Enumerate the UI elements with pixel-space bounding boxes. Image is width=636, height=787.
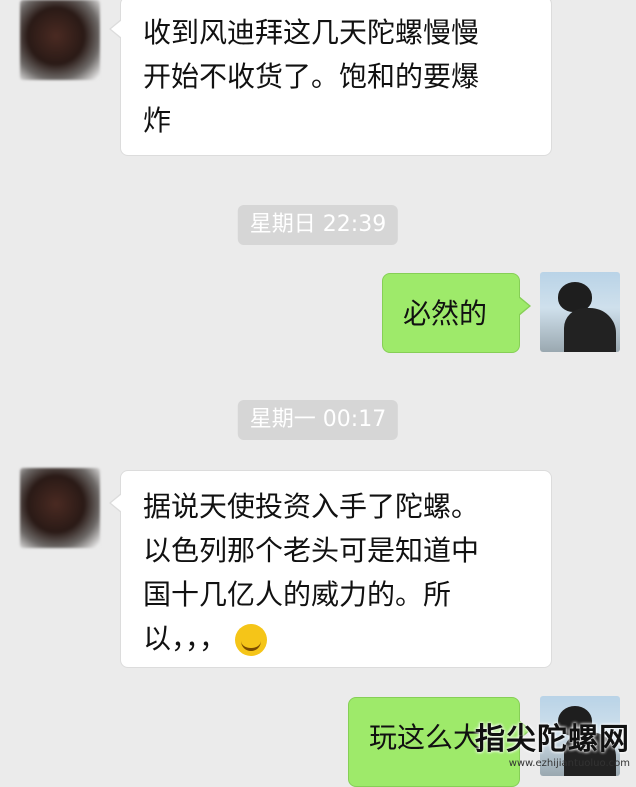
incoming-message-bubble[interactable]: 据说天使投资入手了陀螺。 以色列那个老头可是知道中 国十几亿人的威力的。所 以，… xyxy=(109,470,552,668)
site-watermark: 指尖陀螺网 www.ezhijiantuoluo.com xyxy=(475,714,630,769)
facepalm-laugh-emoji-icon xyxy=(235,624,268,656)
message-line: 以，，， xyxy=(143,622,228,655)
message-line-with-emoji: 以，，， xyxy=(143,617,533,661)
watermark-url: www.ezhijiantuoluo.com xyxy=(508,758,630,769)
contact-avatar[interactable] xyxy=(20,468,100,548)
contact-avatar[interactable] xyxy=(20,0,100,80)
message-line: 开始不收货了。饱和的要爆 xyxy=(143,60,480,93)
message-line: 炸 xyxy=(143,104,172,137)
message-line: 国十几亿人的威力的。所 xyxy=(143,578,452,611)
incoming-message-bubble[interactable]: 收到风迪拜这几天陀螺慢慢 开始不收货了。饱和的要爆 炸 xyxy=(109,0,552,156)
self-avatar[interactable] xyxy=(540,272,620,352)
timestamp-label: 星期一 00:17 xyxy=(237,400,399,440)
message-line: 收到风迪拜这几天陀螺慢慢 xyxy=(143,16,480,49)
message-line: 必然的 xyxy=(403,297,488,330)
outgoing-message-bubble[interactable]: 必然的 xyxy=(382,273,531,353)
watermark-title: 指尖陀螺网 xyxy=(475,722,630,757)
message-line: 以色列那个老头可是知道中 xyxy=(143,534,480,567)
timestamp-label: 星期日 22:39 xyxy=(237,205,399,245)
message-line: 据说天使投资入手了陀螺。 xyxy=(143,490,480,523)
